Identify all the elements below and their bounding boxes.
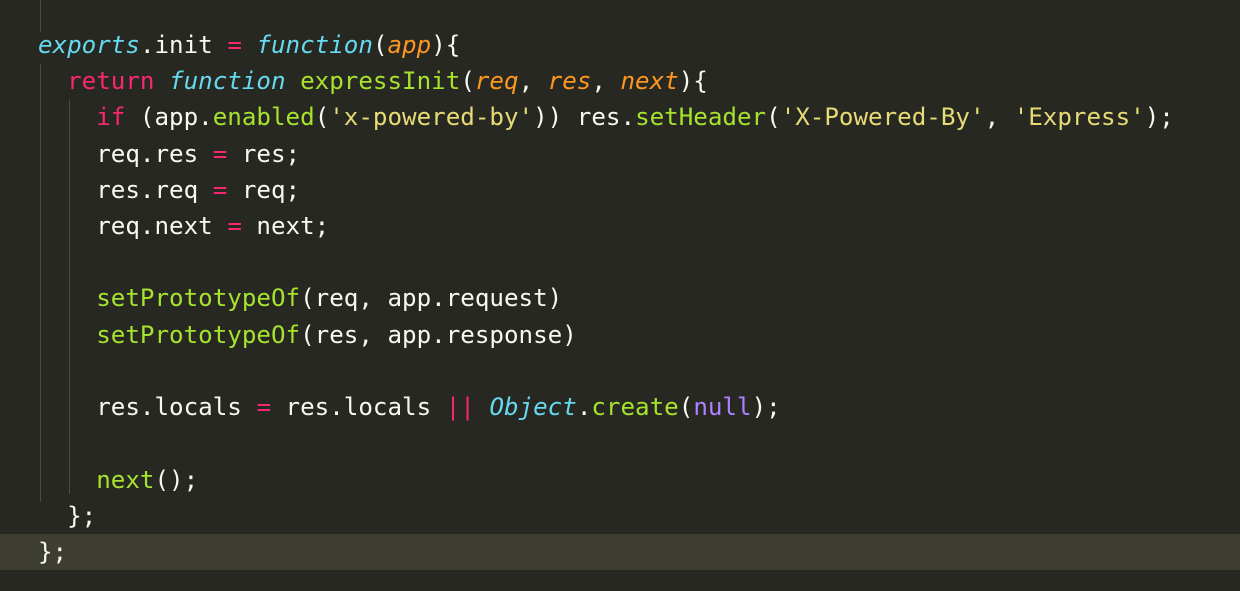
code-token: ( — [460, 67, 475, 95]
code-token: app — [387, 31, 432, 59]
code-token: res.locals — [271, 393, 446, 421]
code-token: req — [474, 67, 519, 95]
code-token: .init — [139, 31, 228, 59]
code-line[interactable]: res.locals = res.locals || Object.create… — [38, 389, 781, 425]
code-token: expressInit — [300, 67, 461, 95]
code-token: ( — [372, 31, 388, 59]
code-token: res.locals — [38, 393, 257, 421]
code-token: null — [693, 393, 752, 421]
code-token: function — [169, 67, 286, 95]
code-token: Object — [489, 393, 577, 421]
code-token: = — [256, 393, 271, 421]
code-line[interactable]: exports.init = function(app){ — [38, 27, 460, 63]
code-token: }; — [38, 538, 68, 566]
code-token: setPrototypeOf — [96, 284, 301, 312]
code-token: enabled — [212, 103, 315, 131]
code-token: res; — [227, 140, 301, 168]
code-token: next — [620, 67, 679, 95]
code-line[interactable]: req.next = next; — [38, 208, 329, 244]
code-token: req.res — [38, 140, 213, 168]
code-line[interactable]: return function expressInit(req, res, ne… — [38, 63, 708, 99]
code-token: (); — [154, 466, 199, 494]
code-token: = — [212, 176, 228, 204]
code-token: function — [256, 31, 373, 59]
code-token: res — [547, 67, 592, 95]
code-token: ( — [766, 103, 781, 131]
code-token: (app. — [125, 103, 213, 131]
code-token: , — [518, 67, 548, 95]
code-token: req; — [227, 176, 301, 204]
code-token: 'Express' — [1013, 103, 1145, 131]
code-token: setPrototypeOf — [96, 321, 301, 349]
code-line[interactable]: next(); — [38, 462, 198, 498]
code-token: req.next — [38, 212, 228, 240]
code-token: (res, app.response) — [300, 321, 577, 349]
code-line[interactable]: setPrototypeOf(res, app.response) — [38, 317, 577, 353]
code-token: )) res. — [533, 103, 636, 131]
code-token: ( — [314, 103, 330, 131]
code-line[interactable]: res.req = req; — [38, 172, 300, 208]
code-line[interactable]: if (app.enabled('x-powered-by')) res.set… — [38, 99, 1174, 135]
code-line[interactable]: }; — [38, 498, 96, 534]
code-token: = — [227, 212, 242, 240]
code-token: = — [212, 140, 228, 168]
code-token: setHeader — [635, 103, 767, 131]
code-token: ); — [1144, 103, 1174, 131]
code-token: . — [576, 393, 592, 421]
code-token: , — [591, 67, 621, 95]
code-line[interactable]: req.res = res; — [38, 136, 300, 172]
code-line[interactable]: setPrototypeOf(req, app.request) — [38, 280, 562, 316]
code-token: next; — [241, 212, 330, 240]
code-token: ); — [751, 393, 781, 421]
code-token: 'X-Powered-By' — [780, 103, 985, 131]
code-token: = — [227, 31, 242, 59]
code-token: || — [445, 393, 475, 421]
code-line-current[interactable]: }; — [0, 534, 1240, 570]
code-token: next — [96, 466, 155, 494]
code-line-text: }; — [38, 534, 67, 570]
code-token: (req, app.request) — [300, 284, 563, 312]
code-token: }; — [38, 502, 97, 530]
code-token: create — [591, 393, 679, 421]
code-token: exports — [38, 31, 140, 59]
code-token: res.req — [38, 176, 213, 204]
code-token: ( — [678, 393, 694, 421]
code-token: if — [96, 103, 126, 131]
code-token: ){ — [431, 31, 461, 59]
code-token: 'x-powered-by' — [329, 103, 534, 131]
code-token: return — [67, 67, 155, 95]
code-token: , — [984, 103, 1014, 131]
code-editor[interactable]: exports.init = function(app){ return fun… — [0, 0, 1240, 591]
code-token: ){ — [678, 67, 708, 95]
